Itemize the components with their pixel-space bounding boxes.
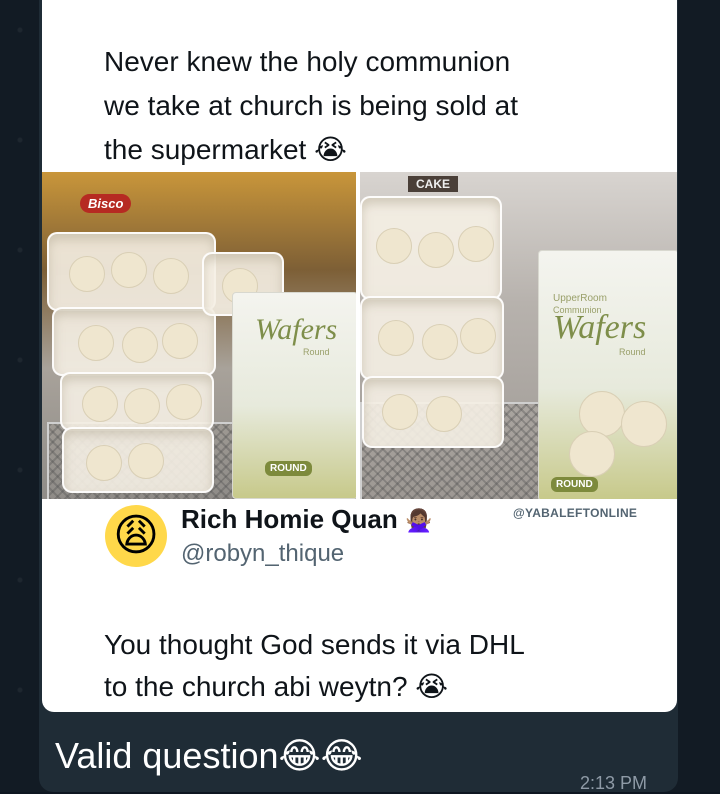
reply-text-line-1: You thought God sends it via DHL (104, 629, 525, 660)
tears-of-joy-icon: 😂😂 (278, 736, 363, 777)
photo-watermark: @YABALEFTONLINE (513, 506, 638, 520)
tweet-photo[interactable]: Bisco Wafers Round ROUND CAKE UpperRoom … (42, 172, 677, 499)
wafer-tub (47, 232, 216, 311)
photo-right-panel: CAKE UpperRoom Communion Wafers Round RO… (360, 172, 677, 499)
crying-emoji-icon: 😭 (415, 670, 449, 703)
crying-emoji-icon: 😭 (314, 133, 347, 166)
photo-left-panel: Bisco Wafers Round ROUND (42, 172, 356, 499)
tweet-text-line-1: Never knew the holy communion (104, 46, 511, 77)
message-timestamp: 2:13 PM (580, 773, 648, 793)
reply-avatar[interactable]: 😩 (105, 505, 167, 567)
tweet-text: Never knew the holy communion we take at… (104, 40, 624, 172)
wafers-package: Wafers Round ROUND (232, 292, 356, 499)
bisco-brand-label: Bisco (80, 194, 132, 213)
tweet-text-line-3: the supermarket 😭 (104, 133, 347, 166)
reply-text: You thought God sends it via DHL to the … (104, 624, 634, 708)
wafers-package: UpperRoom Communion Wafers Round ROUND (538, 250, 677, 499)
wafer-tub (60, 372, 214, 431)
wafer-tub (360, 296, 504, 380)
reply-display-name[interactable]: Rich Homie Quan 🙅🏽‍♀️ (181, 504, 432, 535)
wafer-tub (52, 307, 216, 376)
wafer-tub (62, 427, 214, 493)
gesturing-no-icon: 🙅🏽‍♀️ (404, 509, 433, 534)
reply-handle[interactable]: @robyn_thique (181, 540, 344, 568)
wafer-tub (362, 376, 504, 448)
tweet-text-line-2: we take at church is being sold at (104, 90, 519, 121)
cake-label: CAKE (408, 176, 459, 192)
weary-face-icon: 😩 (113, 510, 159, 561)
wafer-tub (360, 196, 502, 300)
reply-text-line-2: to the church abi weytn? 😭 (104, 670, 449, 703)
message-caption: Valid question😂😂 (55, 735, 363, 777)
